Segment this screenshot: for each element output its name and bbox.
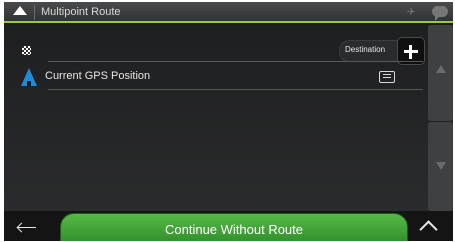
- app-screen: Multipoint Route ✈ Destination Current G…: [4, 2, 453, 241]
- back-icon[interactable]: [13, 6, 27, 15]
- checkered-flag-icon: [22, 46, 31, 55]
- continue-without-route-button[interactable]: Continue Without Route: [60, 213, 408, 241]
- continue-label: Continue Without Route: [164, 222, 304, 237]
- gps-icon: ✈: [407, 7, 416, 18]
- route-list: Destination Current GPS Position: [4, 25, 428, 211]
- scroll-up-icon: [436, 65, 446, 73]
- title-accent-line: [4, 21, 453, 23]
- destination-label: Destination: [345, 45, 386, 54]
- title-separator: [34, 5, 35, 20]
- speech-bubble-icon[interactable]: [432, 6, 448, 21]
- title-bar: Multipoint Route ✈: [4, 2, 453, 23]
- scroll-down-button[interactable]: [428, 122, 453, 211]
- page-title: Multipoint Route: [41, 6, 121, 18]
- position-arrow-icon: [21, 68, 37, 86]
- route-point-label[interactable]: Current GPS Position: [45, 70, 150, 82]
- left-arrow-head: [16, 222, 27, 233]
- scroll-down-icon: [436, 162, 446, 170]
- back-button[interactable]: [14, 216, 44, 238]
- details-icon[interactable]: [379, 71, 395, 83]
- divider: [48, 61, 423, 62]
- plus-icon-vertical: [409, 45, 412, 59]
- scroll-up-button[interactable]: [428, 25, 453, 121]
- divider: [48, 89, 423, 90]
